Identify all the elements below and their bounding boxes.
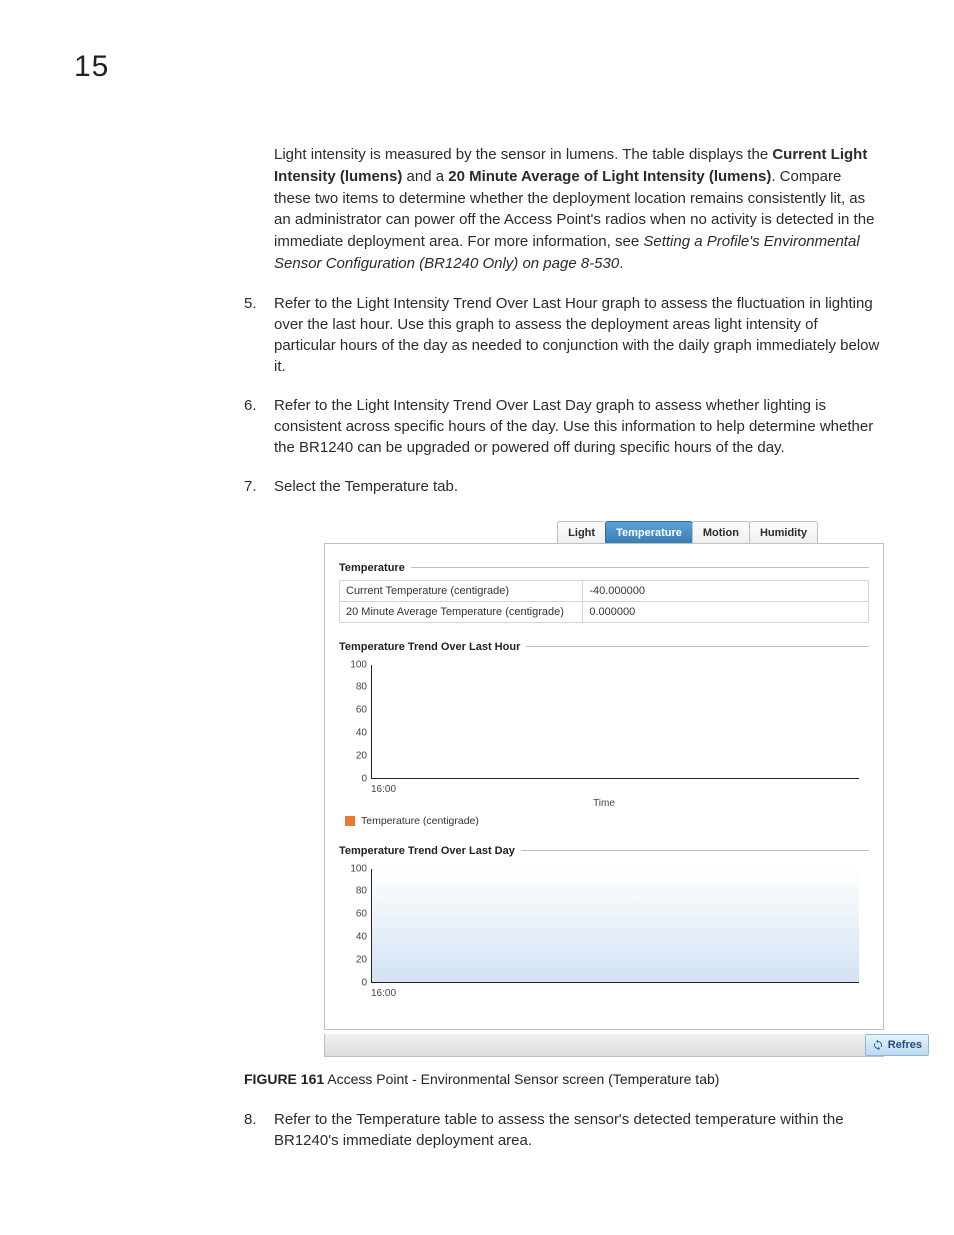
text: Light intensity is measured by the senso… bbox=[274, 146, 772, 163]
y-tick: 40 bbox=[339, 931, 367, 942]
text: Refer to the bbox=[274, 397, 357, 414]
text: Refer to the bbox=[274, 1111, 356, 1128]
table-row: Current Temperature (centigrade) -40.000… bbox=[340, 580, 869, 601]
step-number: 6. bbox=[244, 395, 257, 416]
divider bbox=[526, 646, 869, 647]
group-title: Temperature bbox=[339, 562, 405, 574]
temperature-table: Current Temperature (centigrade) -40.000… bbox=[339, 580, 869, 623]
legend-swatch-icon bbox=[345, 816, 355, 826]
group-trend-day: Temperature Trend Over Last Day 100 80 6… bbox=[339, 845, 869, 1013]
y-tick: 100 bbox=[339, 659, 367, 670]
tab-light[interactable]: Light bbox=[557, 521, 606, 543]
text-bold: 20 Minute Average of Light Intensity (lu… bbox=[448, 168, 771, 185]
page-number: 15 bbox=[74, 50, 880, 84]
figure-caption: FIGURE 161 Access Point - Environmental … bbox=[244, 1071, 880, 1087]
cell-label: 20 Minute Average Temperature (centigrad… bbox=[340, 601, 583, 622]
cell-value: 0.000000 bbox=[583, 601, 869, 622]
tab-temperature[interactable]: Temperature bbox=[605, 521, 693, 543]
group-title: Temperature Trend Over Last Hour bbox=[339, 641, 520, 653]
chart-trend-day: 100 80 60 40 20 0 16:00 bbox=[339, 863, 869, 1013]
refresh-label: Refres bbox=[888, 1039, 922, 1051]
tab-motion[interactable]: Motion bbox=[692, 521, 750, 543]
text: Refer to the bbox=[274, 295, 357, 312]
y-tick: 80 bbox=[339, 886, 367, 897]
text-bold: Temperature bbox=[356, 1111, 440, 1128]
text-bold: Light Intensity Trend Over Last Day bbox=[357, 397, 592, 414]
y-tick: 40 bbox=[339, 727, 367, 738]
divider bbox=[411, 567, 869, 568]
refresh-icon bbox=[872, 1039, 884, 1051]
tabs-row: Light Temperature Motion Humidity bbox=[324, 517, 884, 543]
chart-trend-hour: 100 80 60 40 20 0 16:00 Time bbox=[339, 659, 869, 809]
screenshot-environmental-sensor: Light Temperature Motion Humidity Temper… bbox=[324, 517, 884, 1057]
y-tick: 20 bbox=[339, 750, 367, 761]
panel-bottom-bar: Refres bbox=[324, 1034, 884, 1057]
y-tick: 100 bbox=[339, 863, 367, 874]
cell-label: Current Temperature (centigrade) bbox=[340, 580, 583, 601]
chart-plot-area bbox=[371, 665, 859, 779]
divider bbox=[521, 850, 869, 851]
x-tick: 16:00 bbox=[371, 988, 396, 999]
group-trend-hour: Temperature Trend Over Last Hour 100 80 … bbox=[339, 641, 869, 827]
y-tick: 0 bbox=[339, 977, 367, 988]
intro-paragraph: Light intensity is measured by the senso… bbox=[274, 144, 880, 275]
step-8: 8. Refer to the Temperature table to ass… bbox=[244, 1109, 880, 1151]
step-7: 7. Select the Temperature tab. bbox=[244, 476, 880, 497]
tab-humidity[interactable]: Humidity bbox=[749, 521, 818, 543]
refresh-button[interactable]: Refres bbox=[865, 1034, 929, 1056]
chart-legend: Temperature (centigrade) bbox=[345, 815, 869, 827]
text: tab. bbox=[429, 478, 458, 495]
step-5: 5. Refer to the Light Intensity Trend Ov… bbox=[244, 293, 880, 377]
figure-label: FIGURE 161 bbox=[244, 1071, 324, 1087]
text: Select the bbox=[274, 478, 345, 495]
y-tick: 20 bbox=[339, 954, 367, 965]
y-tick: 0 bbox=[339, 773, 367, 784]
group-temperature-values: Temperature Current Temperature (centigr… bbox=[339, 562, 869, 623]
text-bold: Light Intensity Trend Over Last Hour bbox=[357, 295, 598, 312]
cell-value: -40.000000 bbox=[583, 580, 869, 601]
x-axis-label: Time bbox=[339, 798, 869, 809]
y-tick: 60 bbox=[339, 705, 367, 716]
chart-plot-area bbox=[371, 869, 859, 983]
text-bold: Temperature bbox=[345, 478, 429, 495]
step-number: 5. bbox=[244, 293, 257, 314]
table-row: 20 Minute Average Temperature (centigrad… bbox=[340, 601, 869, 622]
y-tick: 60 bbox=[339, 909, 367, 920]
legend-label: Temperature (centigrade) bbox=[361, 815, 479, 827]
figure-text: Access Point - Environmental Sensor scre… bbox=[324, 1071, 719, 1087]
x-tick: 16:00 bbox=[371, 784, 396, 795]
text: . bbox=[619, 255, 623, 272]
step-number: 8. bbox=[244, 1109, 257, 1130]
panel-temperature: Temperature Current Temperature (centigr… bbox=[324, 543, 884, 1030]
step-number: 7. bbox=[244, 476, 257, 497]
group-title: Temperature Trend Over Last Day bbox=[339, 845, 515, 857]
step-6: 6. Refer to the Light Intensity Trend Ov… bbox=[244, 395, 880, 458]
y-tick: 80 bbox=[339, 682, 367, 693]
text: and a bbox=[402, 168, 448, 185]
